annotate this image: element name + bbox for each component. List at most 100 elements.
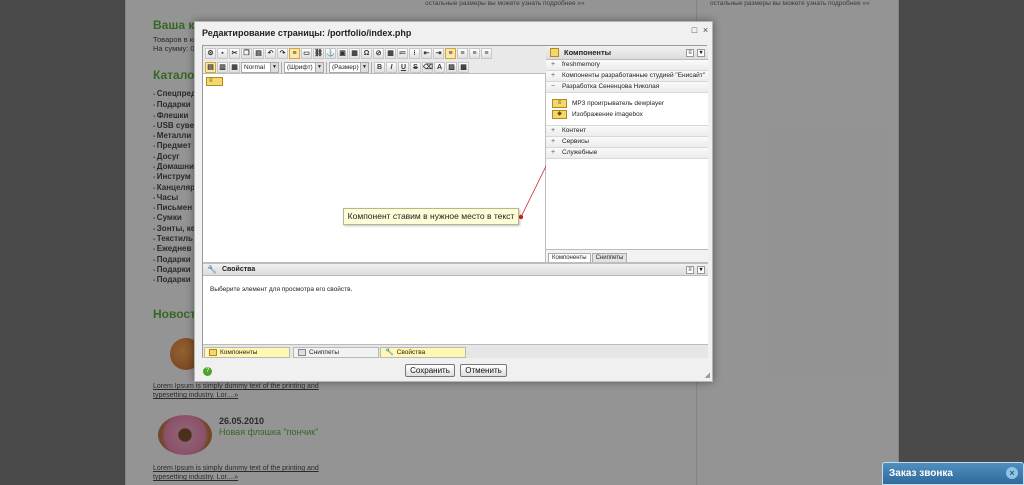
special-char-icon[interactable]: Ω <box>361 48 372 59</box>
component-group-label: Компоненты разработанные студией "Енисай… <box>562 72 706 79</box>
components-panel-tabs: Компоненты Сниппеты <box>546 249 708 262</box>
panel-controls: ≡ ▾ <box>686 48 705 57</box>
components-icon <box>209 349 217 356</box>
menu-icon[interactable]: ≡ <box>686 265 694 274</box>
tab-bottom-components[interactable]: Компоненты <box>204 347 290 358</box>
components-icon <box>550 48 559 57</box>
component-group-label: Разработка Сененцова Николая <box>562 83 660 90</box>
background-color-icon[interactable]: ▨ <box>446 62 457 73</box>
image-component-icon: ◆ <box>552 110 567 119</box>
redo-icon[interactable]: ↷ <box>277 48 288 59</box>
menu-icon[interactable]: ≡ <box>686 48 694 57</box>
style-select[interactable]: Normal ▼ <box>241 62 279 73</box>
insert-html-icon[interactable]: ▩ <box>458 62 469 73</box>
hint-callout: Компонент ставим в нужное место в текст <box>343 208 519 225</box>
bold-button[interactable]: B <box>374 62 385 73</box>
wrench-icon: 🔧 <box>385 349 394 356</box>
list-component-icon: ≡ <box>552 99 567 108</box>
align-justify-icon[interactable]: ≡ <box>481 48 492 59</box>
paste-icon[interactable]: ▤ <box>253 48 264 59</box>
chevron-down-icon: ▼ <box>315 63 323 72</box>
component-placeholder-icon[interactable]: ≡ <box>206 77 223 86</box>
components-panel-header: Компоненты ≡ ▾ <box>546 46 708 60</box>
outdent-icon[interactable]: ⇤ <box>421 48 432 59</box>
settings-icon[interactable]: ⚙ <box>205 48 216 59</box>
resize-handle-icon[interactable]: ◢ <box>705 371 710 379</box>
expand-icon: + <box>551 61 556 68</box>
list-numbered-icon[interactable]: ≔ <box>397 48 408 59</box>
toolbar-row-2: ▤ ▥ ▦ Normal ▼ (Шрифт) ▼ (Размер) ▼ B I U S… <box>205 61 469 74</box>
indent-icon[interactable]: ⇥ <box>433 48 444 59</box>
table-icon[interactable]: ▦ <box>385 48 396 59</box>
list-bulleted-icon[interactable]: ⁝ <box>409 48 420 59</box>
copy-icon[interactable]: ❐ <box>241 48 252 59</box>
component-icon[interactable]: ≡ <box>289 48 300 59</box>
image-icon[interactable]: ▣ <box>337 48 348 59</box>
properties-panel-title: Свойства <box>221 266 256 273</box>
component-group[interactable]: + Контент <box>546 126 708 137</box>
size-select-value: (Размер) <box>332 64 359 71</box>
component-item-label: Изображение imagebox <box>572 111 643 118</box>
wysiwyg-editor[interactable]: ≡ <box>203 74 546 262</box>
link-icon[interactable]: ⛓ <box>313 48 324 59</box>
align-left-icon[interactable]: ≡ <box>445 48 456 59</box>
align-center-icon[interactable]: ≡ <box>457 48 468 59</box>
expand-icon: + <box>551 72 556 79</box>
save-icon[interactable]: ▪ <box>217 48 228 59</box>
component-item[interactable]: ≡ MP3 проигрыватель dewplayer <box>552 98 708 109</box>
dialog-title: Редактирование страницы: /portfolio/inde… <box>202 28 412 38</box>
component-group[interactable]: − Разработка Сененцова Николая <box>546 82 708 93</box>
flash-icon[interactable]: ▦ <box>349 48 360 59</box>
maximize-icon[interactable]: □ <box>690 26 699 35</box>
component-group[interactable]: + Служебные <box>546 148 708 159</box>
editor-toolbar: ⚙ ▪ ✂ ❐ ▤ ↶ ↷ ≡ ▭ ⛓ ⚓ ▣ ▦ Ω ⊘ ▦ ≔ ⁝ ⇤ ⇥ <box>203 46 546 74</box>
call-request-widget[interactable]: Заказ звонка × <box>882 462 1024 485</box>
tab-components[interactable]: Компоненты <box>548 253 591 262</box>
toolbar-separator <box>281 62 282 73</box>
underline-button[interactable]: U <box>398 62 409 73</box>
strike-button[interactable]: S <box>410 62 421 73</box>
close-icon[interactable]: × <box>1006 467 1018 479</box>
code-mode-icon[interactable]: ▥ <box>217 62 228 73</box>
tab-snippets[interactable]: Сниппеты <box>591 253 628 262</box>
snippets-icon <box>298 349 306 356</box>
collapse-icon[interactable]: ▾ <box>697 265 705 274</box>
cut-icon[interactable]: ✂ <box>229 48 240 59</box>
tab-bottom-snippets[interactable]: Сниппеты <box>293 347 379 358</box>
save-button[interactable]: Сохранить <box>405 364 455 377</box>
toolbar-separator <box>326 62 327 73</box>
component-group[interactable]: + Компоненты разработанные студией "Ениса… <box>546 71 708 82</box>
expand-icon: + <box>551 127 556 134</box>
tab-label: Свойства <box>396 349 426 356</box>
properties-panel-header: 🔧 Свойства ≡ ▾ <box>203 264 708 276</box>
properties-panel: 🔧 Свойства ≡ ▾ Выберите элемент для прос… <box>203 262 708 344</box>
size-select[interactable]: (Размер) ▼ <box>329 62 369 73</box>
split-mode-icon[interactable]: ▦ <box>229 62 240 73</box>
component-item[interactable]: ◆ Изображение imagebox <box>552 109 708 120</box>
snippet-icon[interactable]: ▭ <box>301 48 312 59</box>
close-icon[interactable]: × <box>701 26 710 35</box>
toolbar-separator <box>371 62 372 73</box>
expand-icon: + <box>551 138 556 145</box>
tab-label: Компоненты <box>220 349 258 356</box>
clear-format-icon[interactable]: ⊘ <box>373 48 384 59</box>
font-select-value: (Шрифт) <box>287 64 313 71</box>
remove-format-icon[interactable]: ⌫ <box>422 62 433 73</box>
tab-bottom-properties[interactable]: 🔧 Свойства <box>380 347 466 358</box>
chevron-down-icon: ▼ <box>360 63 368 72</box>
collapse-icon[interactable]: ▾ <box>697 48 705 57</box>
align-right-icon[interactable]: ≡ <box>469 48 480 59</box>
cancel-button[interactable]: Отменить <box>460 364 507 377</box>
undo-icon[interactable]: ↶ <box>265 48 276 59</box>
component-group[interactable]: + Сервисы <box>546 137 708 148</box>
component-group[interactable]: + freshmemory <box>546 60 708 71</box>
anchor-icon[interactable]: ⚓ <box>325 48 336 59</box>
italic-button[interactable]: I <box>386 62 397 73</box>
call-request-label: Заказ звонка <box>889 468 953 479</box>
font-select[interactable]: (Шрифт) ▼ <box>284 62 324 73</box>
help-icon[interactable]: ? <box>203 367 212 376</box>
wysiwyg-mode-icon[interactable]: ▤ <box>205 62 216 73</box>
component-items: ≡ MP3 проигрыватель dewplayer ◆ Изображени… <box>546 93 708 126</box>
component-group-label: freshmemory <box>562 61 600 68</box>
text-color-icon[interactable]: A <box>434 62 445 73</box>
